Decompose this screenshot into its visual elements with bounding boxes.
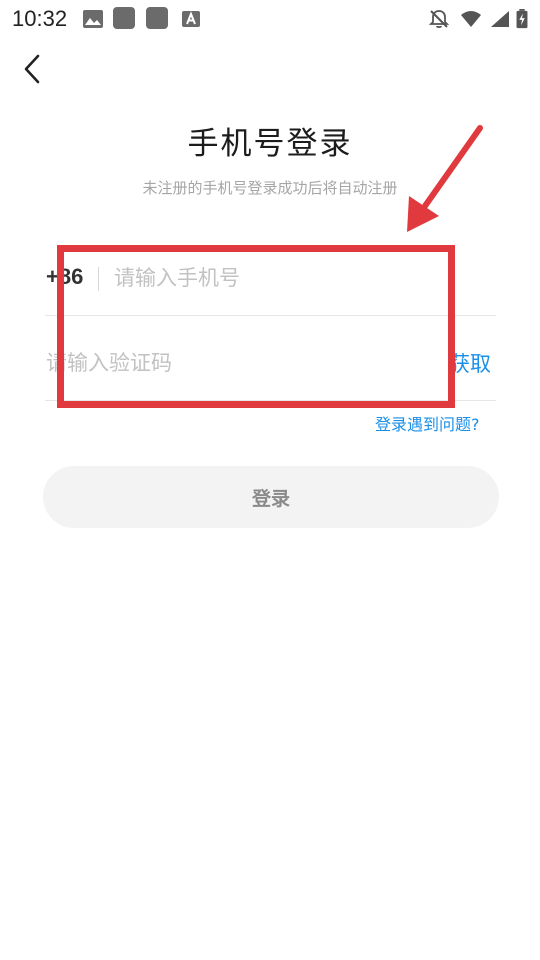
country-code-selector[interactable]: +86 (46, 264, 83, 290)
phone-row-divider (45, 315, 496, 316)
wifi-icon (461, 11, 481, 27)
get-code-button[interactable]: 获取 (449, 348, 491, 378)
app-square-icon (146, 7, 168, 29)
image-icon (83, 10, 103, 28)
login-screen: 10:32 手机号登录 未注册的手机号登录成功后将自动注册 +86 请输入手机号… (0, 0, 540, 960)
keyboard-a-icon (182, 11, 200, 27)
chevron-left-icon (24, 54, 40, 84)
phone-number-input[interactable] (114, 258, 444, 298)
status-time: 10:32 (12, 6, 68, 31)
battery-charging-icon (516, 9, 528, 29)
code-row-divider (45, 400, 496, 401)
app-square-icon (113, 7, 135, 29)
login-help-link[interactable]: 登录遇到问题? (375, 411, 480, 435)
verification-code-input[interactable] (46, 343, 426, 383)
country-code-divider (98, 267, 99, 291)
login-button[interactable]: 登录 (43, 466, 499, 528)
page-subtitle: 未注册的手机号登录成功后将自动注册 (142, 179, 398, 197)
page-title: 手机号登录 (187, 126, 353, 162)
back-button[interactable] (14, 48, 54, 90)
signal-icon (491, 11, 509, 27)
notifications-off-icon (428, 10, 450, 29)
status-bar: 10:32 (0, 0, 540, 38)
